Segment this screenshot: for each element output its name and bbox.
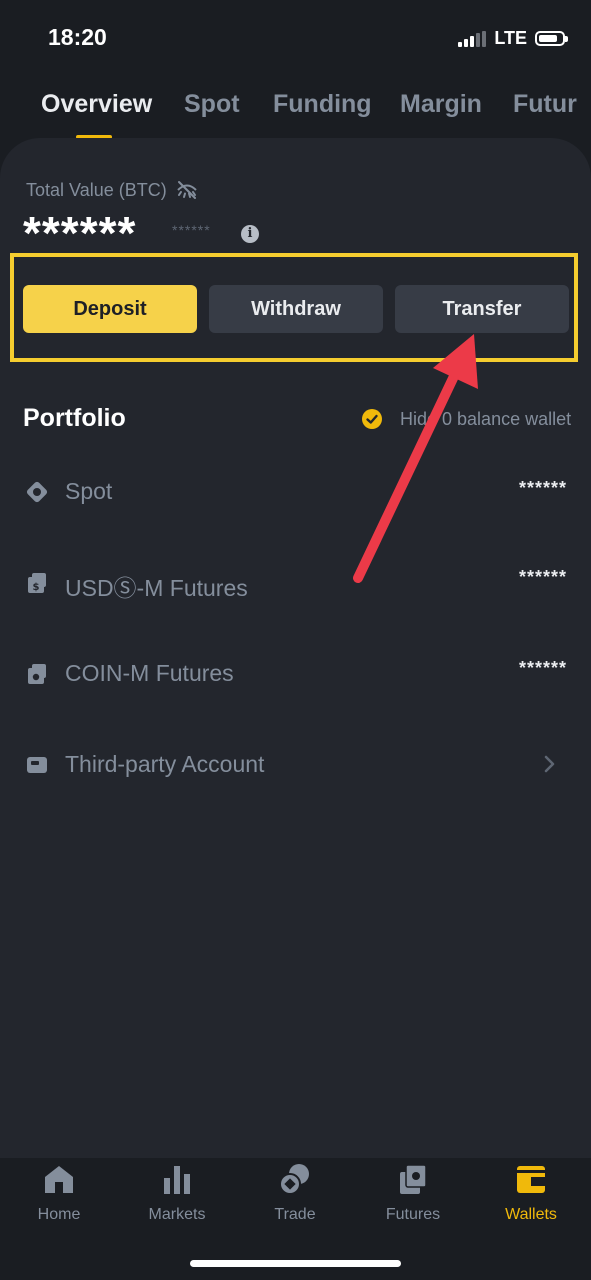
wallet-row-spot[interactable]: Spot: [65, 478, 112, 505]
wallet-row-third-party[interactable]: Third-party Account: [65, 751, 264, 778]
deposit-button[interactable]: Deposit: [23, 285, 197, 333]
wallet-row-usdm-futures[interactable]: USDⓈ-M Futures: [65, 569, 248, 603]
nav-wallets-label: Wallets: [505, 1206, 557, 1223]
coinm-futures-icon: [28, 664, 46, 684]
nav-trade[interactable]: Trade: [250, 1162, 340, 1224]
spot-icon: [26, 481, 48, 503]
wallet-tabs: Overview Spot Funding Margin Futur: [0, 86, 591, 140]
eye-off-icon[interactable]: [176, 180, 198, 200]
nav-markets[interactable]: Markets: [132, 1162, 222, 1224]
nav-wallets[interactable]: Wallets: [486, 1162, 576, 1224]
trade-icon: [279, 1164, 309, 1195]
usdm-futures-icon: $: [28, 573, 46, 593]
wallet-row-usdm-futures-value: ******: [518, 567, 567, 587]
wallet-row-coinm-futures-value: ******: [518, 658, 567, 678]
nav-home-label: Home: [37, 1206, 81, 1223]
chevron-right-icon[interactable]: [541, 754, 557, 774]
total-value-label: Total Value (BTC): [26, 180, 167, 200]
wallets-icon: [517, 1166, 545, 1193]
status-indicators: LTE: [458, 28, 568, 49]
total-balance: ******: [23, 207, 137, 259]
transfer-button[interactable]: Transfer: [395, 285, 569, 333]
tab-futures[interactable]: Futur: [513, 90, 577, 119]
nav-trade-label: Trade: [274, 1206, 316, 1223]
hide-zero-balance-toggle[interactable]: Hide 0 balance wallet: [400, 409, 571, 430]
wallet-row-coinm-futures[interactable]: COIN-M Futures: [65, 660, 234, 687]
tab-funding[interactable]: Funding: [273, 90, 372, 119]
home-icon: [45, 1166, 73, 1193]
withdraw-button[interactable]: Withdraw: [209, 285, 383, 333]
futures-icon: [400, 1164, 427, 1194]
home-indicator: [190, 1260, 401, 1267]
status-bar: 18:20 LTE: [0, 0, 591, 76]
nav-futures[interactable]: Futures: [368, 1162, 458, 1224]
battery-icon: [535, 31, 568, 46]
svg-text:$: $: [33, 582, 40, 593]
markets-icon: [164, 1166, 190, 1194]
tab-spot[interactable]: Spot: [184, 90, 240, 119]
fiat-balance: ******: [172, 222, 211, 238]
tab-margin[interactable]: Margin: [400, 90, 482, 119]
checkmark-icon[interactable]: [362, 409, 382, 429]
wallet-row-spot-value: ******: [518, 478, 567, 498]
third-party-icon: [27, 757, 47, 773]
nav-futures-label: Futures: [385, 1206, 441, 1223]
nav-home[interactable]: Home: [14, 1162, 104, 1224]
signal-icon: [458, 30, 487, 47]
nav-markets-label: Markets: [148, 1206, 206, 1223]
status-time: 18:20: [48, 24, 107, 50]
info-icon[interactable]: i: [241, 225, 259, 243]
portfolio-title: Portfolio: [23, 404, 126, 432]
network-type: LTE: [494, 28, 527, 48]
tab-overview[interactable]: Overview: [41, 90, 152, 119]
